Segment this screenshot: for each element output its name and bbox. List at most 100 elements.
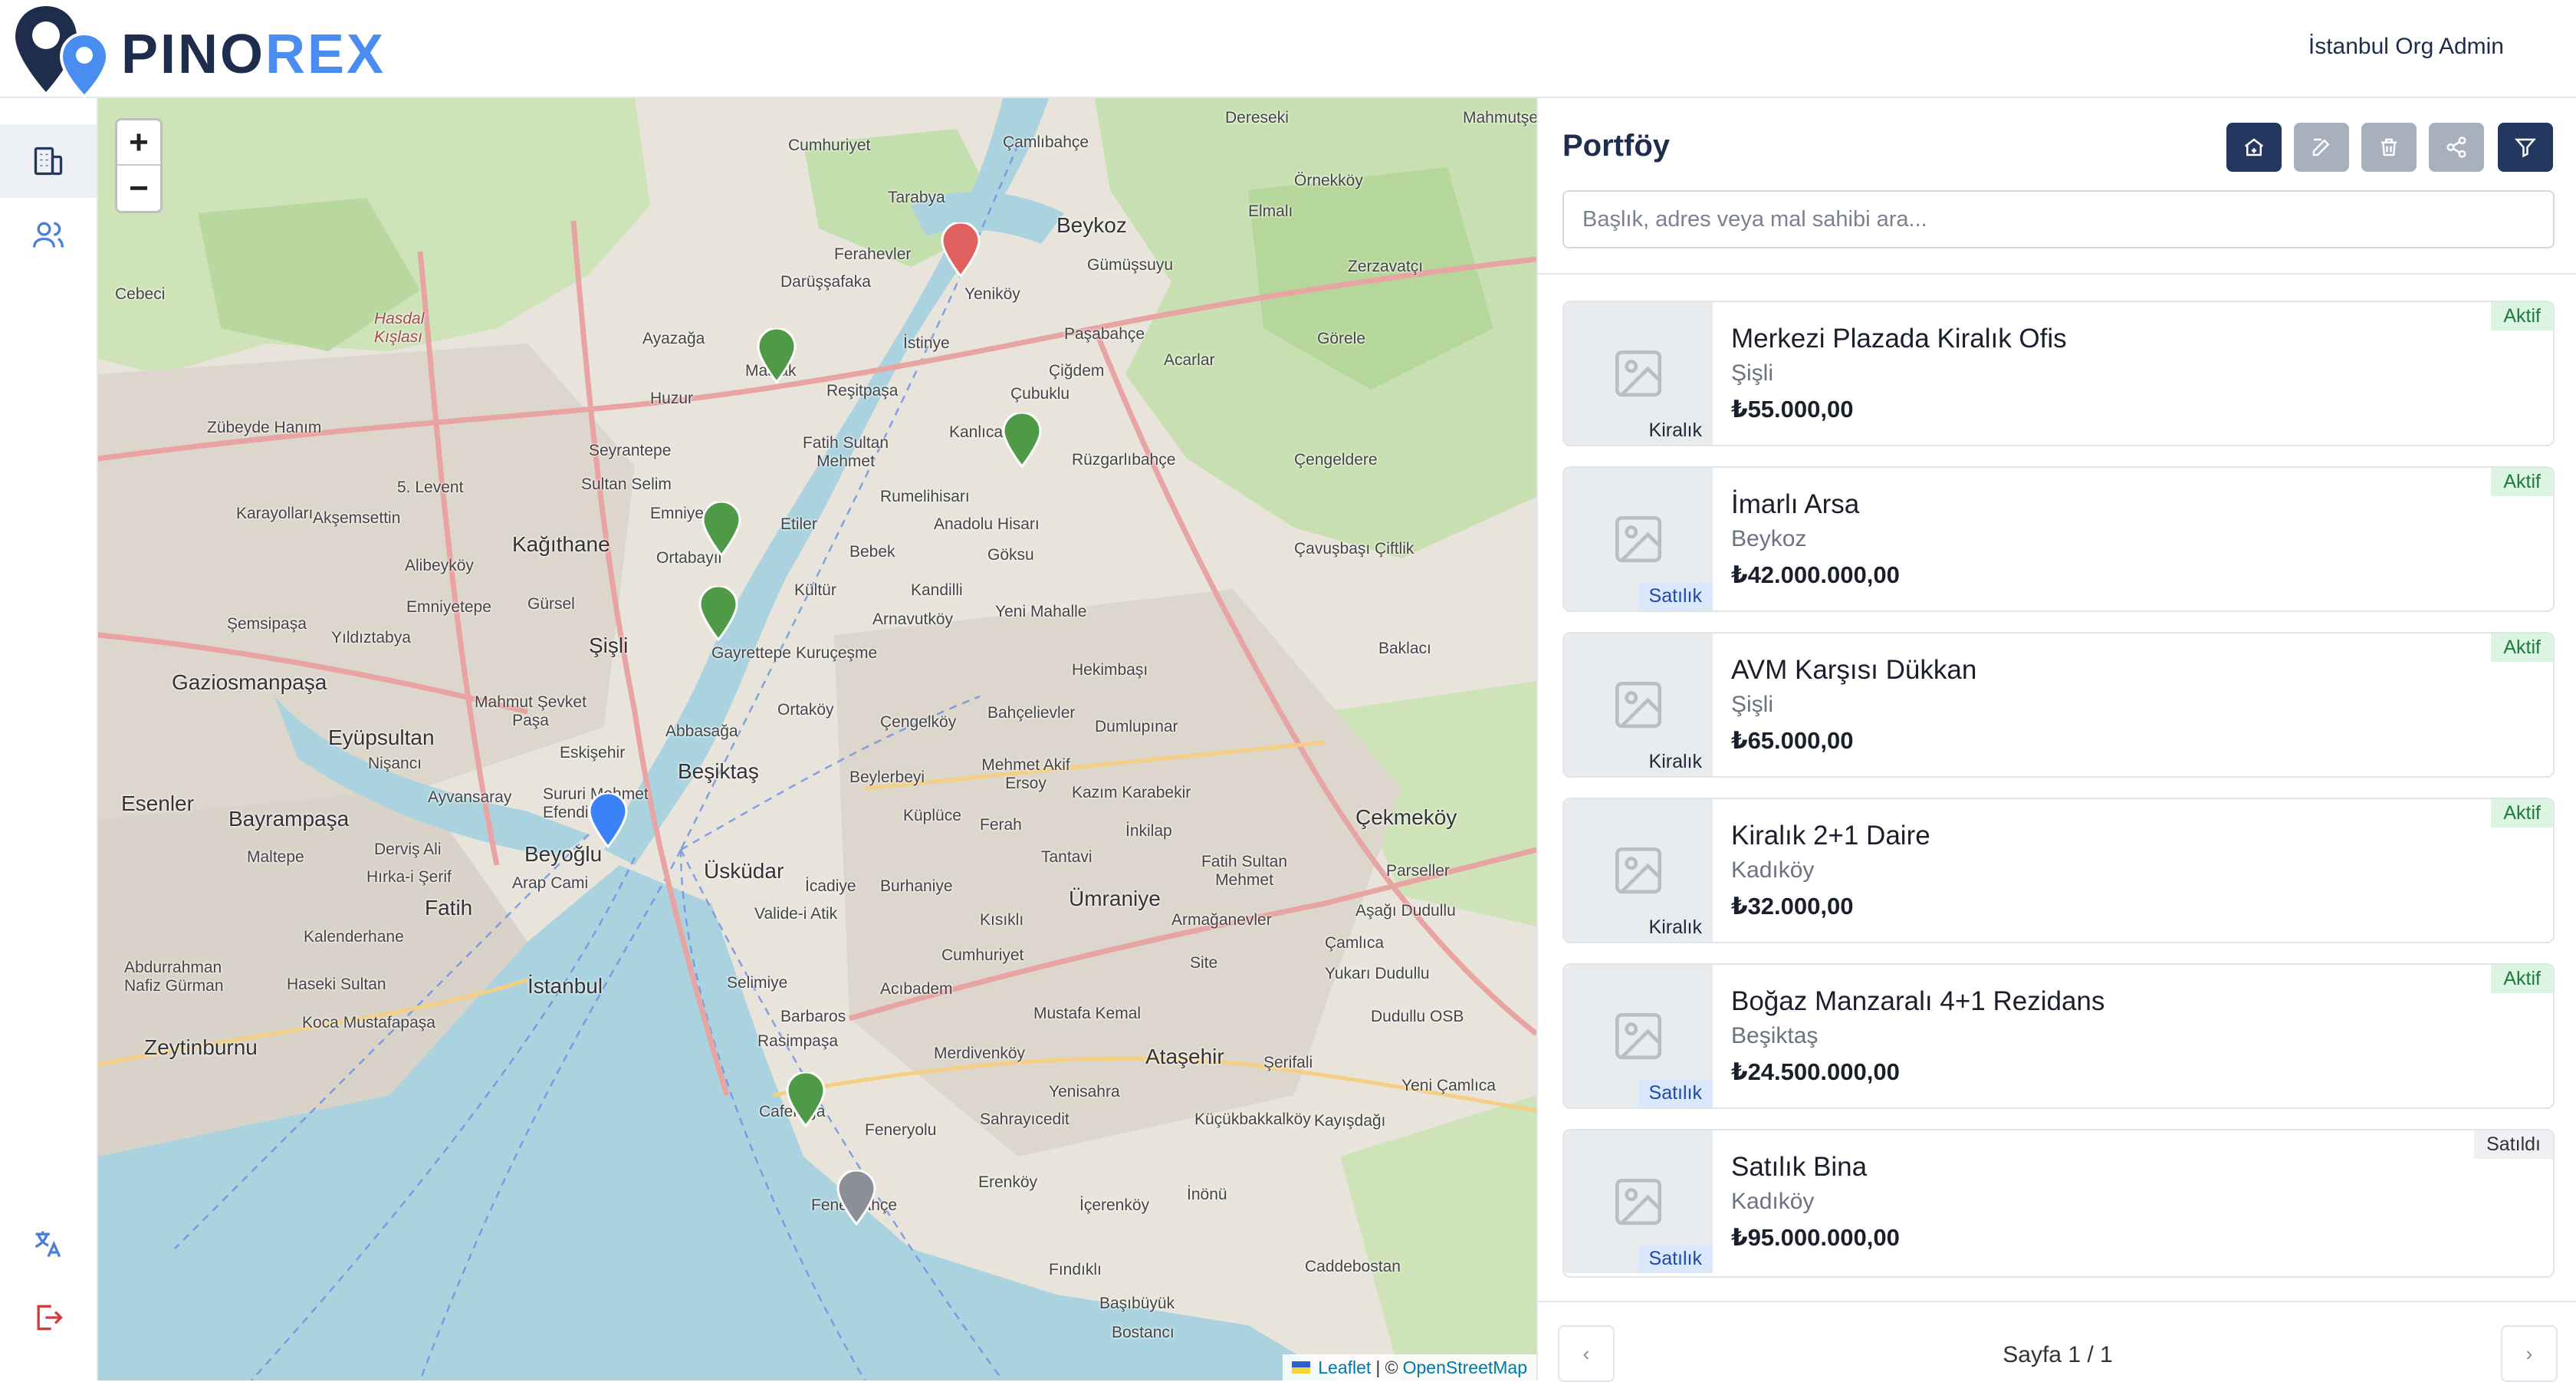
map-label: Dereseki xyxy=(1225,109,1289,127)
map-label: Bahçelievler xyxy=(987,704,1076,722)
marker-pin-green[interactable] xyxy=(1001,413,1043,468)
map-label: Nişancı xyxy=(368,755,422,772)
listing-card[interactable]: Kiralık Merkezi Plazada Kiralık Ofis Şiş… xyxy=(1562,301,2555,446)
map-label: Cebeci xyxy=(115,285,166,303)
map-label: Arap Cami xyxy=(512,874,589,892)
user-menu[interactable]: İstanbul Org Admin xyxy=(2308,34,2504,60)
map-label: Paşabahçe xyxy=(1064,325,1145,343)
listing-type-badge: Satılık xyxy=(1638,1245,1713,1273)
listing-price: ₺32.000,00 xyxy=(1731,893,1854,920)
map-label: Emniyetepe xyxy=(406,598,491,616)
map-label: Site xyxy=(1190,954,1218,972)
marker-pin-green[interactable] xyxy=(698,586,739,641)
map-label: Sultan Selim xyxy=(581,475,672,493)
map-view[interactable]: Dereseki Mahmutşev Cumhuriyet Çamlıbahçe… xyxy=(98,98,1536,1380)
map-label: Rüzgarlıbahçe xyxy=(1072,451,1176,469)
status-badge: Aktif xyxy=(2491,799,2553,828)
logo[interactable]: PINOREX xyxy=(14,3,383,99)
listing-location: Kadıköy xyxy=(1731,1189,1815,1214)
listing-thumbnail: Satılık xyxy=(1564,1130,1713,1273)
zoom-out-button[interactable]: − xyxy=(117,166,160,211)
map-label: Feneryolu xyxy=(865,1121,937,1139)
map-label: Zübeyde Hanım xyxy=(207,419,322,436)
edit-icon xyxy=(2312,138,2330,156)
leaflet-link[interactable]: Leaflet xyxy=(1318,1357,1371,1378)
marker-pin-blue[interactable] xyxy=(587,793,629,848)
map-label: Küçükbakkalköy xyxy=(1194,1111,1311,1128)
map-label: Beşiktaş xyxy=(678,759,759,783)
listing-price: ₺42.000.000,00 xyxy=(1731,561,1900,588)
zoom-in-button[interactable]: + xyxy=(117,120,160,166)
filter-button[interactable] xyxy=(2498,123,2553,172)
delete-button[interactable] xyxy=(2361,123,2417,172)
marker-pin-green[interactable] xyxy=(701,502,742,557)
marker-pin-grey[interactable] xyxy=(836,1170,877,1226)
next-page-button[interactable]: › xyxy=(2501,1325,2558,1382)
marker-pin-green[interactable] xyxy=(756,328,797,383)
ukraine-flag-icon xyxy=(1292,1361,1311,1374)
osm-link[interactable]: OpenStreetMap xyxy=(1403,1357,1527,1378)
map-label: Kısıklı xyxy=(980,911,1024,929)
map-label: Hekimbaşı xyxy=(1072,661,1148,679)
map-label: Yıldıztabya xyxy=(331,629,411,647)
map-label: Şişli xyxy=(589,633,629,657)
map-label: Fatih Sultan Mehmet xyxy=(1201,853,1288,889)
map-label: Örnekköy xyxy=(1294,172,1363,189)
map-label: Aşağı Dudullu xyxy=(1355,902,1456,920)
map-label: Mustafa Kemal xyxy=(1033,1005,1142,1022)
image-placeholder-icon xyxy=(1615,350,1662,397)
listing-card[interactable]: Satılık Boğaz Manzaralı 4+1 Rezidans Beş… xyxy=(1562,963,2555,1109)
map-label: Arnavutköy xyxy=(872,610,954,628)
marker-pin-red[interactable] xyxy=(940,222,981,278)
map-label: Yukarı Dudullu xyxy=(1325,965,1430,982)
map-label: Kalenderhane xyxy=(304,928,404,946)
edit-button[interactable] xyxy=(2294,123,2349,172)
map-label: Bostancı xyxy=(1112,1324,1175,1341)
map-label: Maltepe xyxy=(247,848,304,866)
brand-part-1: PINO xyxy=(121,24,266,85)
listing-type-badge: Kiralık xyxy=(1648,751,1702,772)
map-label: Ataşehir xyxy=(1145,1045,1224,1068)
search-input[interactable] xyxy=(1562,190,2555,248)
map-label: Ümraniye xyxy=(1069,887,1161,910)
map-label: Üsküdar xyxy=(704,859,784,883)
listing-card[interactable]: Satılık Satılık Bina Kadıköy ₺95.000.000… xyxy=(1562,1129,2555,1278)
zoom-control: + − xyxy=(115,118,163,213)
map-label: Armağanevler xyxy=(1171,911,1272,929)
logout-icon xyxy=(37,1305,63,1331)
listing-card[interactable]: Kiralık Kiralık 2+1 Daire Kadıköy ₺32.00… xyxy=(1562,798,2555,943)
image-placeholder-icon xyxy=(1615,681,1662,729)
map-label: Zerzavatçı xyxy=(1348,258,1424,275)
map-label: Acarlar xyxy=(1164,351,1215,369)
map-label: Eyüpsultan xyxy=(328,726,435,749)
map-label: Karayolları xyxy=(236,505,314,522)
map-label: İcadiye xyxy=(805,877,856,895)
language-button[interactable] xyxy=(0,1207,97,1281)
map-label: Çengeldere xyxy=(1294,451,1378,469)
translate-icon xyxy=(34,1231,61,1258)
add-property-button[interactable] xyxy=(2226,123,2282,172)
marker-pin-green[interactable] xyxy=(785,1072,826,1127)
sidebar-item-users[interactable] xyxy=(0,198,97,271)
map-label: Gaziosmanpaşa xyxy=(172,670,327,694)
map-label: Fatih xyxy=(425,896,473,920)
listing-card[interactable]: Satılık İmarlı Arsa Beykoz ₺42.000.000,0… xyxy=(1562,466,2555,612)
map-label: Kayışdağı xyxy=(1314,1112,1386,1130)
map-label: Gürsel xyxy=(527,595,575,613)
listing-card[interactable]: Kiralık AVM Karşısı Dükkan Şişli ₺65.000… xyxy=(1562,632,2555,778)
sidebar-item-properties[interactable] xyxy=(0,124,97,198)
listing-title: AVM Karşısı Dükkan xyxy=(1731,655,1977,685)
map-label: Yeni Mahalle xyxy=(995,603,1087,620)
listing-title: Merkezi Plazada Kiralık Ofis xyxy=(1731,324,2067,354)
map-label: Rumelihisarı xyxy=(880,488,970,505)
share-icon xyxy=(2446,137,2466,158)
listing-price: ₺95.000.000,00 xyxy=(1731,1224,1900,1251)
listing-thumbnail: Satılık xyxy=(1564,468,1713,610)
map-label: Şemsipaşa xyxy=(227,615,307,633)
map-label: Yenisahra xyxy=(1049,1083,1120,1101)
share-button[interactable] xyxy=(2429,123,2484,172)
map-label: Zeytinburnu xyxy=(144,1035,258,1059)
map-label: Abbasağa xyxy=(665,722,738,740)
map-label: Cumhuriyet xyxy=(941,946,1024,964)
logout-button[interactable] xyxy=(0,1281,97,1354)
